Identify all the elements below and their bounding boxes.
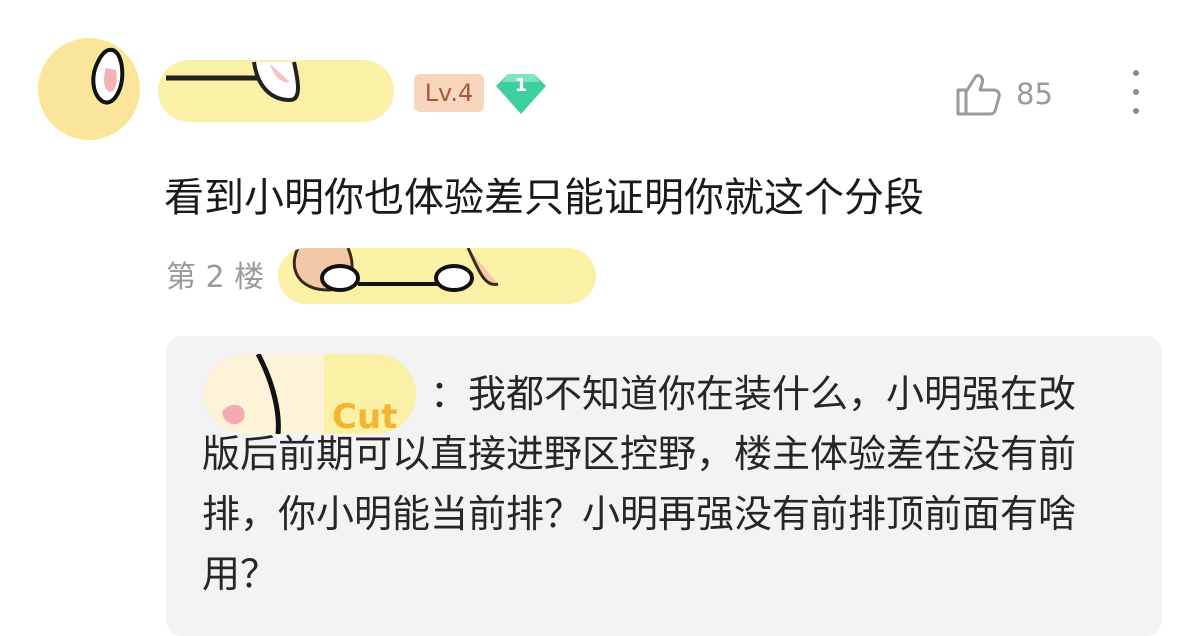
more-dot xyxy=(1133,70,1139,76)
more-dot xyxy=(1133,108,1139,114)
sticker-redacted xyxy=(278,248,596,304)
username-redacted[interactable] xyxy=(158,60,394,122)
more-dot xyxy=(1133,89,1139,95)
thumbs-up-icon xyxy=(956,74,1001,116)
reply-text: ：我都不知道你在装什么，小明强在改版后前期可以直接进野区控野，楼主体验差在没有前… xyxy=(202,364,1102,604)
gem-number: 1 xyxy=(514,75,528,96)
avatar-image xyxy=(91,47,125,105)
level-badge: Lv.4 xyxy=(414,74,484,112)
comment-text: 看到小明你也体验差只能证明你就这个分段 xyxy=(164,175,924,221)
reply-quote-box[interactable]: Cut ：我都不知道你在装什么，小明强在改版后前期可以直接进野区控野，楼主体验差… xyxy=(166,336,1162,636)
reply-content: ：我都不知道你在装什么，小明强在改版后前期可以直接进野区控野，楼主体验差在没有前… xyxy=(202,372,1077,596)
user-avatar[interactable] xyxy=(38,38,140,140)
gem-badge: 1 xyxy=(494,70,548,116)
like-button[interactable]: 85 xyxy=(954,66,1074,122)
more-options-button[interactable] xyxy=(1122,66,1150,118)
username-redaction-art xyxy=(166,61,300,103)
sticker-redaction-art xyxy=(292,248,499,292)
like-count: 85 xyxy=(1016,77,1053,111)
floor-label: 第 2 楼 xyxy=(166,260,265,295)
